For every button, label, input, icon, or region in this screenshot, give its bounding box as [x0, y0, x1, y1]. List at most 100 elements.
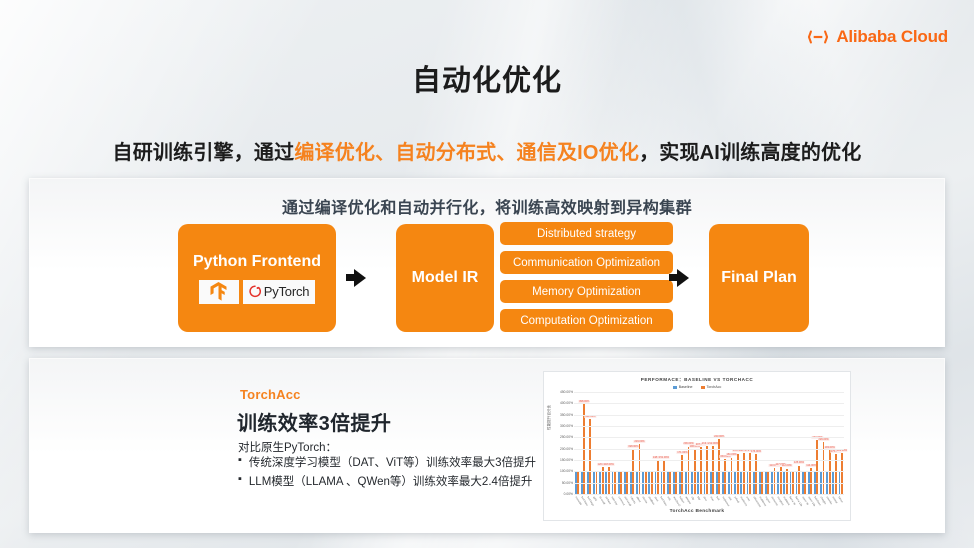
chart-x-tick: mt5 [666, 496, 671, 502]
torchacc-card: TorchAcc 训练效率3倍提升 对比原生PyTorch： ▪ 传统深度学习模… [29, 358, 945, 533]
optimization-item-memory: Memory Optimization [500, 280, 673, 303]
flow-diagram: Python Frontend PyTorch Model IR Distrib… [29, 222, 945, 340]
chart-y-tick: 250.00% [559, 435, 573, 440]
chart-bar-torchacc [822, 442, 825, 494]
chart-gridline [574, 460, 844, 461]
list-item: ▪ LLM模型（LLAMA 、QWen等）训练效率最大2.4倍提升 [238, 473, 536, 489]
chart-y-axis-ticks: 0.00% 50.00% 100.00% 150.00% 200.00% 250.00% 3… [552, 390, 574, 496]
optimization-item-computation: Computation Optimization [500, 309, 673, 332]
chart-bar-torchacc [656, 460, 659, 494]
subtitle-part-3: ，实现AI训练高度的优化 [639, 142, 862, 164]
page-title: 自动化优化 [411, 65, 562, 97]
framework-logos: PyTorch [198, 279, 316, 304]
chart-x-tick: beit [715, 496, 720, 502]
chart-data-label: 114.00% [805, 463, 817, 467]
chart-x-tick: detr [727, 496, 733, 502]
chart-data-label: 125.00% [793, 461, 805, 465]
chart-legend: Baseline TorchAcc [544, 385, 850, 389]
chart-gridline [574, 437, 844, 439]
chart-gridline [574, 414, 844, 416]
bullet-marker-icon: ▪ [238, 454, 242, 466]
chart-y-tick: 50.00% [561, 480, 573, 485]
chart-data-label: 171.00% [676, 451, 689, 455]
slide-root: Alibaba Cloud 自动化优化 自研训练引擎，通过编译优化、自动分布式、… [0, 0, 974, 548]
diagram-card: 通过编译优化和自动并行化，将训练高效映射到异构集群 Python Fronten… [29, 178, 945, 347]
bullet-marker-icon: ▪ [238, 473, 242, 485]
chart-data-label: 198.00% [627, 444, 639, 448]
chart-x-tick: gpt2 [592, 496, 598, 502]
chart-title: PERFORMACE：BASELINE VS TORCHACC [640, 377, 754, 382]
chart-gridline [574, 403, 844, 405]
model-ir-label: Model IR [411, 269, 479, 286]
chart-gridline [574, 448, 844, 450]
chart-gridline [574, 482, 844, 484]
tensorflow-logo-chip [198, 279, 239, 304]
legend-label-torchacc: TorchAcc [706, 385, 722, 389]
chart-bar-torchacc [663, 459, 665, 494]
chart-data-label: 118.00% [603, 463, 615, 467]
chart-plot-area: 398.00%332.00%120.00%118.00%198.00%219.0… [574, 392, 848, 494]
chart-bar-torchacc [841, 452, 843, 494]
final-plan-box: Final Plan [709, 224, 809, 332]
chart-data-label: 229.00% [817, 437, 830, 441]
chart-bar-torchacc [730, 457, 733, 494]
alibaba-cloud-logo-icon [808, 30, 829, 44]
chart-bar-torchacc [785, 468, 788, 494]
chart-y-tick: 450.00% [559, 390, 573, 394]
legend-item-baseline: Baseline [672, 385, 693, 389]
pytorch-logo-chip: PyTorch [242, 279, 316, 304]
torchacc-bullet-list: ▪ 传统深度学习模型（DAT、ViT等）训练效率最大3倍提升 ▪ LLM模型（L… [238, 454, 536, 492]
diagram-heading: 通过编译优化和自动并行化，将训练高效映射到异构集群 [281, 200, 692, 217]
pytorch-logo-icon [249, 284, 261, 297]
chart-y-tick: 0.00% [563, 492, 573, 496]
chart-y-tick: 150.00% [559, 458, 573, 462]
chart-data-label: 398.00% [578, 399, 590, 403]
chart-bar-torchacc [718, 438, 721, 494]
chart-bar-torchacc [687, 446, 690, 494]
page-subtitle: 自研训练引擎，通过编译优化、自动分布式、通信及IO优化，实现AI训练高度的优化 [0, 136, 974, 165]
final-plan-label: Final Plan [721, 269, 797, 286]
chart-gridline [574, 471, 844, 473]
legend-swatch-baseline-icon [672, 385, 677, 389]
flow-arrow-2-icon [677, 269, 689, 287]
torchacc-tag: TorchAcc [240, 387, 301, 402]
chart-bar-torchacc [724, 459, 727, 494]
chart-x-tick: dino [702, 496, 708, 502]
chart-x-tick: unet [745, 496, 751, 502]
python-frontend-label: Python Frontend [193, 252, 321, 270]
optimization-item-distributed-strategy: Distributed strategy [500, 222, 673, 245]
chart-bar-torchacc [712, 445, 714, 494]
brand-name: Alibaba Cloud [836, 27, 948, 46]
chart-caption: TorchAcc Benchmark [669, 509, 725, 514]
chart-x-tick: clip [690, 496, 696, 501]
list-item: ▪ 传统深度学习模型（DAT、ViT等）训练效率最大3倍提升 [238, 454, 536, 470]
subtitle-part-1: 自研训练引擎，通过 [112, 142, 295, 164]
chart-bar-torchacc [798, 465, 800, 494]
chart-data-label: 161.00% [725, 453, 738, 457]
optimization-stack: Distributed strategy Communication Optim… [500, 222, 673, 332]
flow-arrow-1-icon [354, 269, 366, 287]
chart-y-tick: 350.00% [559, 412, 573, 417]
python-frontend-box: Python Frontend PyTorch [178, 224, 336, 332]
pytorch-logo-label: PyTorch [263, 284, 310, 299]
chart-y-tick: 200.00% [559, 446, 573, 451]
legend-item-torchacc: TorchAcc [700, 385, 722, 389]
optimization-item-communication: Communication Optimization [500, 251, 673, 274]
brand-logo: Alibaba Cloud [807, 26, 948, 48]
chart-data-label: 151.00% [658, 455, 670, 459]
chart-gridline [574, 392, 844, 393]
chart-data-label: 219.00% [633, 440, 646, 444]
bullet-text: 传统深度学习模型（DAT、ViT等）训练效率最大3倍提升 [248, 457, 536, 469]
legend-label-baseline: Baseline [678, 385, 693, 389]
chart-bar-torchacc [706, 445, 708, 494]
model-ir-box: Model IR [396, 224, 494, 332]
chart-x-tick: falcon [837, 496, 844, 504]
chart-gridline [574, 426, 844, 427]
legend-swatch-torchacc-icon [700, 385, 705, 389]
chart-bar-torchacc [681, 455, 684, 494]
chart-bar-torchacc [638, 444, 641, 494]
subtitle-part-highlight: 编译优化、自动分布式、通信及IO优化 [294, 142, 640, 164]
chart-data-label: 176.00% [750, 449, 762, 453]
chart-data-label: 112.00% [781, 464, 793, 468]
chart-x-tick: blip [696, 496, 702, 501]
